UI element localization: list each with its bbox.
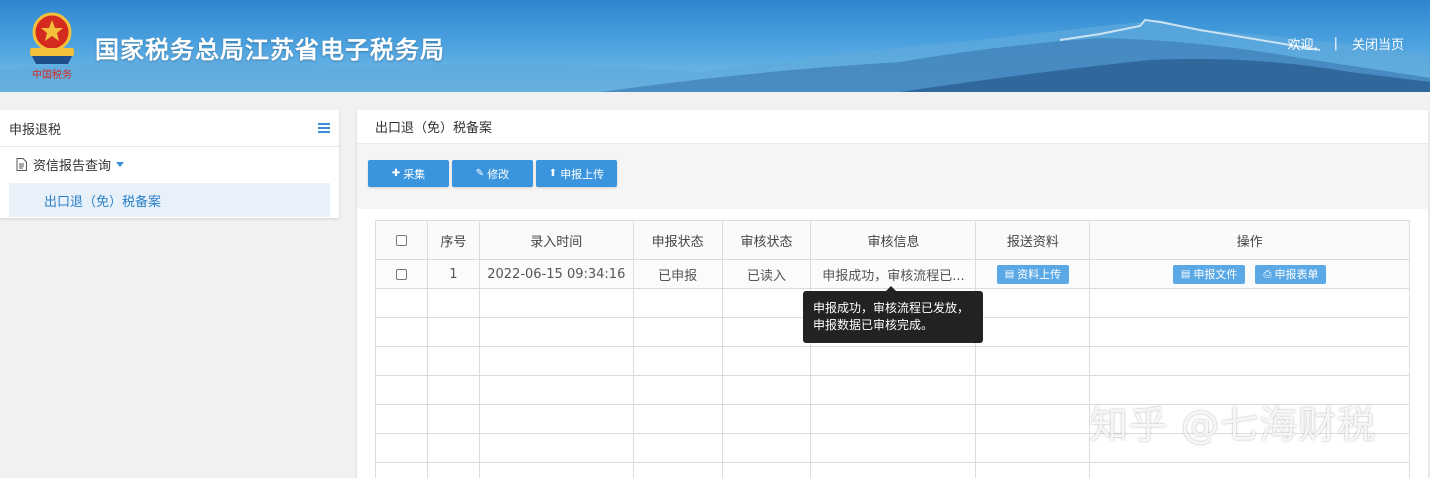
report-file-label: 申报文件 bbox=[1193, 268, 1238, 281]
sidebar-group-credit-report[interactable]: 资信报告查询 bbox=[0, 147, 339, 181]
file-icon: ▤ bbox=[1004, 268, 1015, 280]
upload-icon: ⬆ bbox=[548, 168, 558, 179]
toolbar: ✚ 采集 ✎ 修改 ⬆ 申报上传 bbox=[357, 144, 1428, 209]
table-row-empty bbox=[375, 462, 1410, 478]
cell-report-status: 已申报 bbox=[632, 259, 723, 289]
report-upload-button-label: 申报上传 bbox=[560, 167, 605, 181]
audit-info-tooltip: 申报成功，审核流程已发放，申报数据已审核完成。 bbox=[803, 286, 983, 343]
cell-audit-status: 已读入 bbox=[721, 259, 812, 289]
caret-down-icon bbox=[116, 161, 125, 167]
top-banner: 中国税务 国家税务总局江苏省电子税务局 欢迎, | 关闭当页 bbox=[0, 0, 1430, 92]
sidebar-group-label: 资信报告查询 bbox=[33, 158, 112, 174]
report-upload-button[interactable]: ⬆ 申报上传 bbox=[536, 160, 617, 187]
site-title: 国家税务总局江苏省电子税务局 bbox=[95, 36, 445, 64]
close-page-link[interactable]: 关闭当页 bbox=[1352, 34, 1404, 53]
watermark-text: 知乎 @七海财税 bbox=[1090, 403, 1377, 447]
header-entry-time: 录入时间 bbox=[478, 220, 634, 260]
header-report-status: 申报状态 bbox=[632, 220, 723, 260]
materials-upload-label: 资料上传 bbox=[1017, 268, 1062, 281]
file-icon: ▤ bbox=[1180, 268, 1191, 280]
cell-seq: 1 bbox=[426, 259, 480, 289]
report-file-button[interactable]: ▤ 申报文件 bbox=[1172, 264, 1246, 284]
cell-audit-info: 申报成功，审核流程已... bbox=[810, 259, 977, 289]
row-select-cell bbox=[375, 259, 428, 289]
header-materials: 报送资料 bbox=[975, 220, 1091, 260]
sidebar-title: 申报退税 bbox=[9, 122, 62, 138]
cell-operations: ▤ 申报文件 ⎙ 申报表单 bbox=[1089, 259, 1410, 289]
sidebar-item-export-rebate-filing[interactable]: 出口退（免）税备案 bbox=[9, 183, 330, 217]
table-row-empty bbox=[375, 346, 1410, 376]
report-form-button[interactable]: ⎙ 申报表单 bbox=[1255, 264, 1327, 284]
welcome-text: 欢迎, bbox=[1287, 38, 1318, 53]
document-icon bbox=[16, 157, 27, 171]
header-audit-info: 审核信息 bbox=[810, 220, 977, 260]
sidebar-header: 申报退税 bbox=[0, 110, 339, 147]
report-form-label: 申报表单 bbox=[1274, 268, 1319, 281]
tax-emblem-logo: 中国税务 bbox=[30, 12, 74, 81]
header-audit-status: 审核状态 bbox=[721, 220, 812, 260]
sidebar: 申报退税 资信报告查询 出口退（免）税备案 bbox=[0, 110, 339, 218]
page-title: 出口退（免）税备案 bbox=[357, 110, 1428, 144]
header-separator: | bbox=[1333, 36, 1338, 51]
collect-button[interactable]: ✚ 采集 bbox=[368, 160, 449, 187]
plus-icon: ✚ bbox=[391, 168, 401, 179]
select-all-checkbox[interactable] bbox=[395, 234, 407, 246]
print-icon: ⎙ bbox=[1263, 268, 1272, 280]
edit-button-label: 修改 bbox=[487, 167, 510, 181]
table-header-row: 序号 录入时间 申报状态 审核状态 审核信息 报送资料 操作 bbox=[375, 220, 1410, 260]
right-edge bbox=[1430, 0, 1438, 478]
hamburger-menu-icon[interactable] bbox=[318, 123, 330, 133]
collect-button-label: 采集 bbox=[403, 167, 426, 181]
row-checkbox[interactable] bbox=[395, 268, 407, 280]
edit-button[interactable]: ✎ 修改 bbox=[452, 160, 533, 187]
edit-icon: ✎ bbox=[475, 168, 485, 179]
header-operations: 操作 bbox=[1089, 220, 1410, 260]
materials-upload-button[interactable]: ▤ 资料上传 bbox=[996, 264, 1070, 284]
svg-text:中国税务: 中国税务 bbox=[32, 68, 72, 81]
header-seq: 序号 bbox=[426, 220, 480, 260]
cell-entry-time: 2022-06-15 09:34:16 bbox=[478, 259, 634, 289]
audit-info-text[interactable]: 申报成功，审核流程已... bbox=[811, 265, 975, 284]
table-row[interactable]: 1 2022-06-15 09:34:16 已申报 已读入 申报成功，审核流程已… bbox=[375, 259, 1410, 289]
select-all-cell bbox=[375, 220, 428, 260]
cell-materials: ▤ 资料上传 bbox=[975, 259, 1091, 289]
header-links: 欢迎, | 关闭当页 bbox=[1287, 34, 1404, 53]
